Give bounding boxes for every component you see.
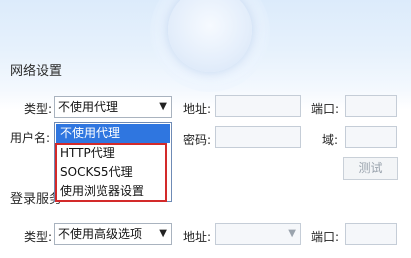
port-label: 端口: xyxy=(311,102,340,116)
annotation-highlight-box xyxy=(55,143,167,202)
domain-label: 域: xyxy=(322,133,339,147)
login-type-select[interactable]: 不使用高级选项 ▼ xyxy=(54,223,172,245)
password-field[interactable] xyxy=(215,126,301,148)
login-type-value: 不使用高级选项 xyxy=(58,227,143,241)
domain-field[interactable] xyxy=(345,126,397,148)
test-button[interactable]: 测试 xyxy=(343,157,398,180)
chevron-down-icon: ▼ xyxy=(159,228,167,239)
login-address-select[interactable]: ▼ xyxy=(215,223,301,245)
dropdown-option-no-proxy[interactable]: 不使用代理 xyxy=(56,124,170,143)
address-field[interactable] xyxy=(215,95,301,117)
login-port-field[interactable] xyxy=(345,223,397,245)
login-address-label: 地址: xyxy=(183,230,212,244)
password-label: 密码: xyxy=(183,133,212,147)
chevron-down-icon: ▼ xyxy=(159,101,167,112)
login-port-label: 端口: xyxy=(311,230,340,244)
proxy-type-select[interactable]: 不使用代理 ▼ xyxy=(54,96,172,118)
network-settings-title: 网络设置 xyxy=(10,64,63,79)
proxy-type-value: 不使用代理 xyxy=(58,100,119,114)
proxy-type-label: 类型: xyxy=(24,102,53,116)
address-label: 地址: xyxy=(183,102,212,116)
username-label: 用户名: xyxy=(10,131,51,145)
login-type-label: 类型: xyxy=(24,230,53,244)
port-field[interactable] xyxy=(345,95,397,117)
chevron-down-icon: ▼ xyxy=(288,228,296,239)
